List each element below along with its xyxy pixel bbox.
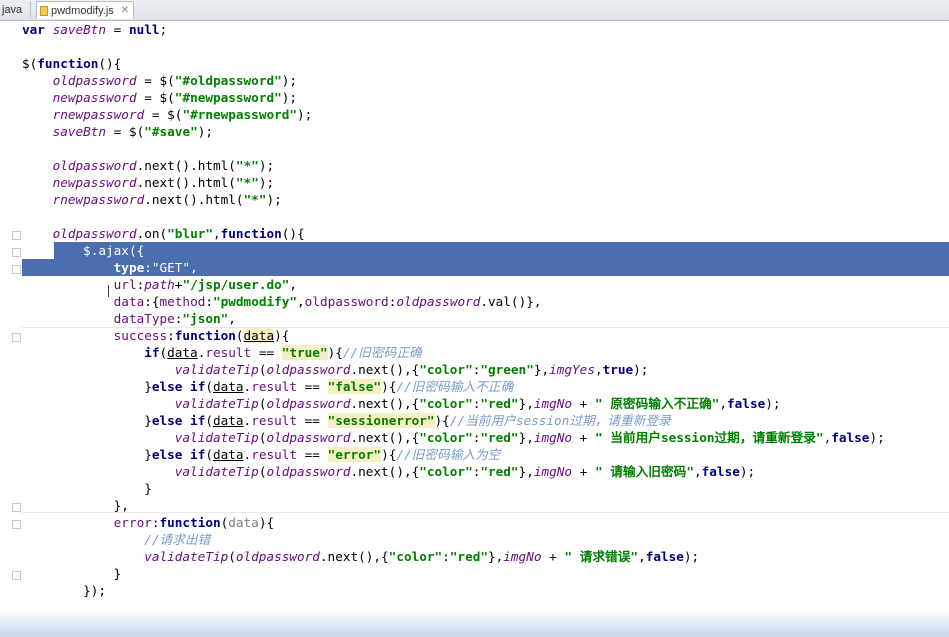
fold-marker-icon[interactable] xyxy=(12,520,21,529)
code-line: } xyxy=(22,566,122,581)
tab-java[interactable]: java xyxy=(0,1,31,19)
code-line: validateTip(oldpassword.next(),{"color":… xyxy=(174,362,649,377)
code-line: }else if(data.result == "false"){//旧密码输入… xyxy=(22,379,514,394)
javascript-file-icon xyxy=(40,6,48,16)
code-line: }, xyxy=(22,498,129,513)
fold-marker-icon[interactable] xyxy=(12,333,21,342)
close-tab-icon[interactable]: ✕ xyxy=(121,2,129,20)
code-line: var saveBtn = null; xyxy=(22,22,168,37)
code-line: $(function(){ xyxy=(22,56,122,71)
scope-separator xyxy=(22,512,949,513)
code-line: data:{method:"pwdmodify",oldpassword:old… xyxy=(113,294,542,309)
code-line: //请求出错 xyxy=(144,532,211,547)
code-line: rnewpassword = $("#rnewpassword"); xyxy=(52,107,313,122)
code-line: error:function(data){ xyxy=(113,515,275,530)
window-edge-decoration xyxy=(0,610,949,637)
code-line: rnewpassword.next().html("*"); xyxy=(52,192,282,207)
code-line: success:function(data){ xyxy=(113,328,290,343)
selection-highlight xyxy=(54,242,949,259)
code-line: newpassword.next().html("*"); xyxy=(52,175,275,190)
tab-pwdmodify-label: pwdmodify.js xyxy=(51,5,114,17)
code-line: oldpassword.on("blur",function(){ xyxy=(52,226,305,241)
code-line: dataType:"json", xyxy=(113,311,236,326)
code-editor[interactable]: var saveBtn = null; $(function(){ oldpas… xyxy=(0,20,949,637)
code-line: validateTip(oldpassword.next(),{"color":… xyxy=(174,396,781,411)
code-line: validateTip(oldpassword.next(),{"color":… xyxy=(144,549,700,564)
tab-pwdmodify-js[interactable]: pwdmodify.js ✕ xyxy=(36,1,134,19)
fold-marker-icon[interactable] xyxy=(12,571,21,580)
code-line: if(data.result == "true"){//旧密码正确 xyxy=(144,345,422,360)
tab-java-label: java xyxy=(2,4,23,16)
code-line: validateTip(oldpassword.next(),{"color":… xyxy=(174,430,885,445)
code-line: }else if(data.result == "error"){//旧密码输入… xyxy=(22,447,501,462)
code-line: validateTip(oldpassword.next(),{"color":… xyxy=(174,464,756,479)
code-line-selected: type:"GET", xyxy=(113,260,198,275)
fold-marker-icon[interactable] xyxy=(12,248,21,257)
editor-tab-bar: java pwdmodify.js ✕ xyxy=(0,0,949,21)
fold-marker-icon[interactable] xyxy=(12,265,21,274)
code-line: saveBtn = $("#save"); xyxy=(52,124,214,139)
code-line: }else if(data.result == "sessionerror"){… xyxy=(22,413,671,428)
code-line-selected: $.ajax({ xyxy=(22,243,145,258)
code-line: url:path+"/jsp/user.do", xyxy=(113,277,298,292)
fold-marker-icon[interactable] xyxy=(12,503,21,512)
code-line: newpassword = $("#newpassword"); xyxy=(52,90,298,105)
code-line: oldpassword.next().html("*"); xyxy=(52,158,275,173)
code-line: oldpassword = $("#oldpassword"); xyxy=(52,73,298,88)
fold-marker-icon[interactable] xyxy=(12,231,21,240)
code-line: }); xyxy=(22,583,107,598)
code-line: } xyxy=(22,481,152,496)
